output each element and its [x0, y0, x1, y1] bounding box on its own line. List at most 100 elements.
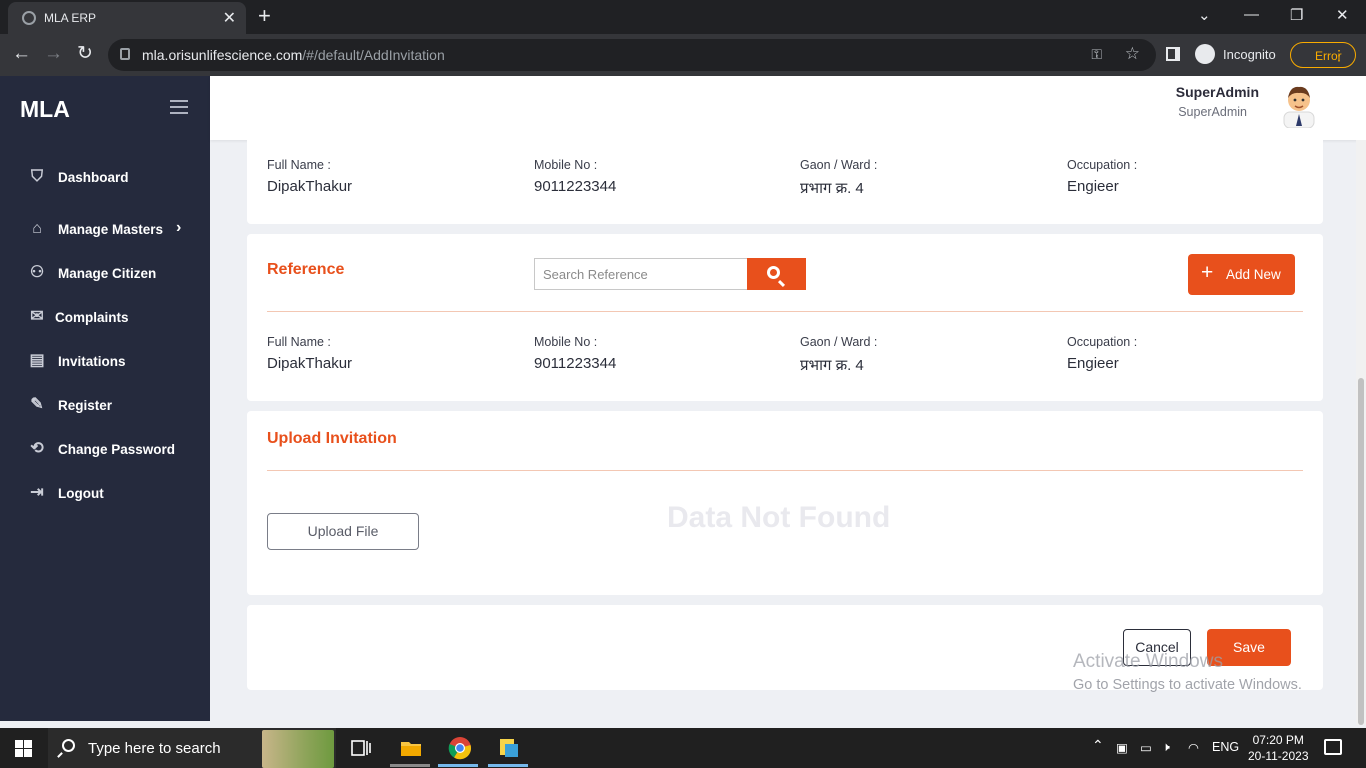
language-indicator[interactable]: ENG — [1212, 740, 1239, 754]
chrome-icon[interactable] — [448, 736, 472, 760]
browser-tab[interactable]: MLA ERP ✕ — [8, 2, 246, 34]
hamburger-menu-icon[interactable] — [170, 100, 188, 114]
ward-label: Gaon / Ward : — [800, 158, 878, 172]
user-name: SuperAdmin — [1175, 84, 1259, 100]
globe-icon — [22, 11, 36, 25]
activate-windows-hint: Go to Settings to activate Windows. — [1073, 677, 1302, 693]
bookmark-star-icon[interactable]: ☆ — [1125, 44, 1140, 64]
error-button[interactable]: Error ⋮ — [1290, 42, 1356, 68]
tab-search-icon[interactable]: ⌄ — [1198, 6, 1211, 24]
browser-tab-strip: MLA ERP ✕ + ⌄ — ❐ ✕ — [0, 0, 1366, 34]
reload-button[interactable]: ↻ — [77, 43, 93, 65]
section-divider — [267, 470, 1303, 471]
omnibox[interactable]: mla.orisunlifescience.com/#/default/AddI… — [108, 39, 1156, 71]
taskbar-search-text: Type here to search — [88, 740, 221, 757]
users-icon: ⚇ — [29, 264, 45, 281]
network-icon[interactable]: ◠ — [1188, 740, 1199, 755]
ward-label: Gaon / Ward : — [800, 335, 878, 349]
sidebar-item-complaints[interactable]: ✉ Complaints — [0, 297, 210, 337]
upload-file-button[interactable]: Upload File — [267, 513, 419, 550]
incognito-label: Incognito — [1223, 47, 1276, 62]
edit-document-icon: ✎ — [30, 396, 44, 413]
sidebar-item-logout[interactable]: ⇥ Logout — [0, 473, 210, 513]
task-view-icon[interactable] — [349, 736, 373, 760]
windows-start-icon[interactable] — [15, 740, 32, 757]
minimize-button[interactable]: — — [1244, 6, 1259, 23]
incognito-icon — [1195, 44, 1215, 64]
chevron-up-icon[interactable]: ⌃ — [1092, 737, 1104, 754]
mobile-value: 9011223344 — [534, 355, 617, 372]
notification-icon[interactable] — [1324, 739, 1342, 755]
explorer-running-indicator — [390, 764, 430, 767]
search-icon — [62, 739, 75, 752]
app-logo: MLA — [20, 96, 70, 122]
chevron-right-icon: › — [176, 219, 182, 236]
empty-state-text: Data Not Found — [667, 501, 891, 534]
side-panel-icon[interactable] — [1166, 47, 1180, 61]
full-name-value: DipakThakur — [267, 178, 353, 195]
search-icon — [767, 266, 780, 279]
sidebar-item-label: Dashboard — [58, 170, 129, 185]
chrome-active-indicator — [438, 764, 478, 767]
lock-icon — [120, 48, 130, 60]
battery-icon[interactable]: ▭ — [1140, 740, 1152, 755]
close-window-button[interactable]: ✕ — [1336, 6, 1349, 24]
scrollbar-thumb[interactable] — [1358, 378, 1364, 725]
sidebar-item-dashboard[interactable]: ⛉ Dashboard — [0, 157, 210, 197]
occupation-value: Engieer — [1067, 355, 1119, 372]
occupation-label: Occupation : — [1067, 158, 1138, 172]
sidebar-item-label: Complaints — [55, 310, 129, 325]
sidebar-item-label: Register — [58, 398, 113, 413]
sticky-app-icon[interactable] — [497, 736, 521, 760]
graduation-cap-icon: ⌂ — [32, 220, 42, 237]
document-icon: ▤ — [29, 352, 45, 369]
sidebar-item-register[interactable]: ✎ Register — [0, 385, 210, 425]
reference-search — [534, 258, 806, 290]
more-menu-icon[interactable]: ⋮ — [1332, 47, 1346, 64]
meet-now-icon[interactable]: ▣ — [1116, 740, 1128, 755]
top-header: SuperAdmin SuperAdmin — [210, 76, 1366, 140]
page-scrollbar[interactable] — [1356, 140, 1366, 725]
url-text[interactable]: mla.orisunlifescience.com/#/default/AddI… — [142, 47, 445, 63]
occupation-label: Occupation : — [1067, 335, 1138, 349]
new-tab-button[interactable]: + — [258, 4, 271, 28]
sidebar-item-manage-citizen[interactable]: ⚇ Manage Citizen — [0, 253, 210, 293]
avatar[interactable] — [1280, 82, 1318, 128]
back-button[interactable]: ← — [12, 43, 31, 65]
plus-icon: + — [1201, 261, 1214, 284]
full-name-value: DipakThakur — [267, 355, 353, 372]
url-host: mla.orisunlifescience.com — [142, 47, 303, 63]
key-icon[interactable]: ⚿ — [1091, 46, 1102, 63]
sidebar-item-invitations[interactable]: ▤ Invitations — [0, 341, 210, 381]
add-new-label: Add New — [1226, 267, 1281, 282]
search-button[interactable] — [747, 258, 806, 290]
activate-windows-title: Activate Windows — [1073, 651, 1223, 672]
forward-button[interactable]: → — [44, 43, 63, 65]
sidebar-item-change-password[interactable]: ⟲ Change Password — [0, 429, 210, 469]
sidebar-item-label: Invitations — [58, 354, 126, 369]
ward-value: प्रभाग क्र. 4 — [800, 357, 864, 374]
envelope-icon: ✉ — [30, 308, 44, 325]
occupation-value: Engieer — [1067, 178, 1119, 195]
mobile-label: Mobile No : — [534, 335, 598, 349]
reference-title: Reference — [267, 261, 345, 278]
shield-icon: ⛉ — [30, 168, 43, 185]
close-tab-icon[interactable]: ✕ — [223, 8, 236, 28]
refresh-check-icon: ⟲ — [30, 440, 44, 457]
search-reference-input[interactable] — [534, 258, 748, 290]
speaker-muted-icon[interactable]: 🕨 — [1162, 740, 1170, 755]
citizen-details-card: Full Name : DipakThakur Mobile No : 9011… — [247, 140, 1323, 224]
ward-value: प्रभाग क्र. 4 — [800, 180, 864, 197]
taskbar-search[interactable]: Type here to search — [48, 728, 336, 768]
sidebar-item-manage-masters[interactable]: ⌂ Manage Masters › — [0, 209, 210, 249]
add-new-button[interactable]: + Add New — [1188, 254, 1295, 295]
section-divider — [267, 311, 1303, 312]
user-role: SuperAdmin — [1178, 105, 1247, 119]
file-explorer-icon[interactable] — [399, 736, 423, 760]
app-running-indicator — [488, 764, 528, 767]
reference-card: Reference + Add New Full Name : DipakTha… — [247, 234, 1323, 401]
upload-invitation-title: Upload Invitation — [267, 430, 397, 447]
windows-taskbar: Type here to search ⌃ ▣ ▭ 🕨 ◠ ENG 07:20 … — [0, 728, 1366, 768]
restore-button[interactable]: ❐ — [1290, 6, 1303, 24]
taskbar-clock[interactable]: 07:20 PM 20-11-2023 — [1248, 732, 1309, 764]
